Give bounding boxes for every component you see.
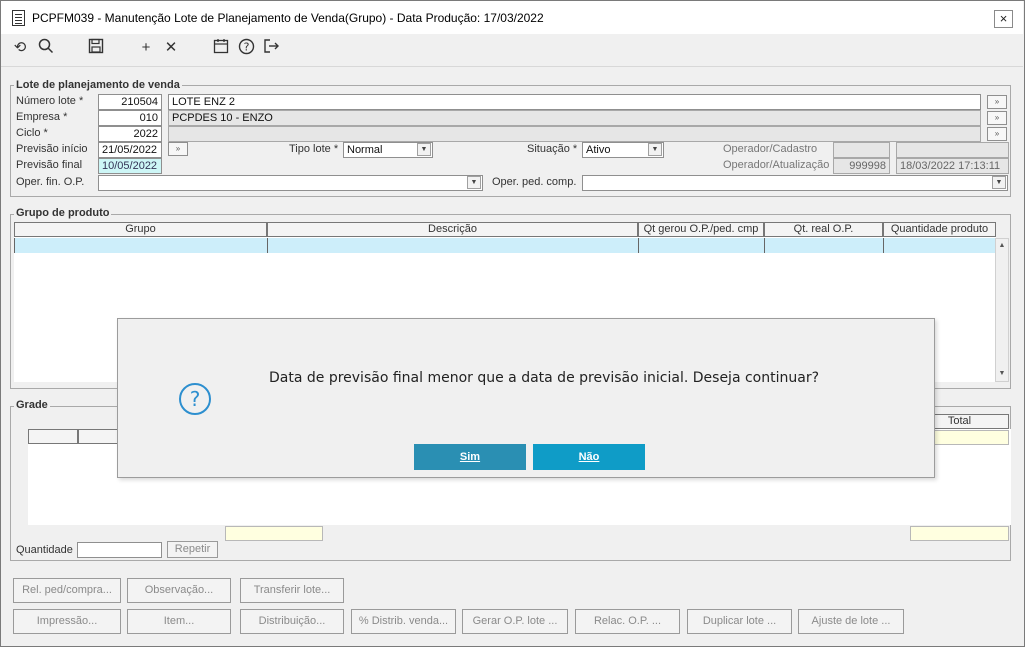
empresa-lookup-icon[interactable]: » — [987, 111, 1007, 125]
exit-icon[interactable] — [261, 38, 281, 58]
chevron-down-icon[interactable]: ▼ — [992, 176, 1006, 189]
observacao-button[interactable]: Observação... — [127, 578, 231, 603]
situacao-label: Situação * — [527, 143, 578, 155]
grupo-scrollbar[interactable]: ▲ ▼ — [995, 238, 1009, 382]
previsao-inicio-label: Previsão início — [16, 143, 88, 155]
ciclo-lookup-icon[interactable]: » — [987, 127, 1007, 141]
previsao-final-field[interactable]: 10/05/2022 — [98, 158, 162, 174]
help-icon[interactable]: ? — [236, 38, 256, 58]
grupo-section-title: Grupo de produto — [14, 207, 112, 219]
column-header[interactable]: Grupo — [14, 222, 267, 237]
ciclo-description — [168, 126, 981, 142]
numero-lote-field[interactable]: 210504 — [98, 94, 162, 110]
oper-fin-op-label: Oper. fin. O.P. — [16, 176, 85, 188]
empresa-field[interactable]: 010 — [98, 110, 162, 126]
yes-button[interactable]: Sim — [414, 444, 526, 470]
item-button[interactable]: Item... — [127, 609, 231, 634]
confirmation-dialog: ? Data de previsão final menor que a dat… — [117, 318, 935, 478]
column-header[interactable]: Qt. real O.P. — [764, 222, 883, 237]
empresa-description: PCPDES 10 - ENZO — [168, 110, 981, 126]
previsao-inicio-field[interactable]: 21/05/2022 — [98, 142, 162, 158]
delete-icon[interactable]: ✕ — [161, 38, 181, 58]
ciclo-field[interactable]: 2022 — [98, 126, 162, 142]
total-yellow-cell — [910, 526, 1009, 541]
quantidade-field[interactable] — [77, 542, 162, 558]
empresa-label: Empresa * — [16, 111, 68, 123]
chevron-down-icon[interactable]: ▼ — [417, 143, 431, 156]
operador-cadastro-field — [833, 142, 890, 158]
grade-section-title: Grade — [14, 399, 50, 411]
quantidade-label: Quantidade — [16, 544, 73, 556]
calendar-icon[interactable] — [211, 38, 231, 58]
toolbar-separator — [1, 66, 1023, 67]
scroll-down-icon[interactable]: ▼ — [996, 367, 1008, 381]
tipo-lote-label: Tipo lote * — [289, 143, 339, 155]
ciclo-label: Ciclo * — [16, 127, 48, 139]
numero-lookup-icon[interactable]: » — [987, 95, 1007, 109]
ajuste-de-lote-button[interactable]: Ajuste de lote ... — [798, 609, 904, 634]
grade-yellow-cell — [225, 526, 323, 541]
lote-section-title: Lote de planejamento de venda — [14, 79, 182, 91]
oper-ped-comp-label: Oper. ped. comp. — [492, 176, 577, 188]
numero-lote-label: Número lote * — [16, 95, 84, 107]
chevron-down-icon[interactable]: ▼ — [467, 176, 481, 189]
rel-ped-compra-button[interactable]: Rel. ped/compra... — [13, 578, 121, 603]
svg-text:?: ? — [243, 41, 249, 54]
table-row[interactable] — [14, 238, 996, 253]
operador-atualizacao-field: 999998 — [833, 158, 890, 174]
oper-fin-op-select[interactable] — [98, 175, 483, 191]
refresh-icon[interactable]: ⟲ — [10, 38, 30, 58]
gerar-op-lote-button[interactable]: Gerar O.P. lote ... — [462, 609, 568, 634]
oper-ped-comp-select[interactable] — [582, 175, 1008, 191]
grade-header-cell — [28, 429, 78, 444]
save-icon[interactable] — [86, 38, 106, 58]
document-icon — [12, 10, 25, 26]
chevron-down-icon[interactable]: ▼ — [648, 143, 662, 156]
operador-cadastro-label: Operador/Cadastro — [723, 143, 818, 155]
transferir-lote-button[interactable]: Transferir lote... — [240, 578, 344, 603]
window-title: PCPFM039 - Manutenção Lote de Planejamen… — [32, 11, 544, 25]
dialog-message: Data de previsão final menor que a data … — [269, 370, 819, 386]
relac-op-button[interactable]: Relac. O.P. ... — [575, 609, 680, 634]
distrib-venda-button[interactable]: % Distrib. venda... — [351, 609, 456, 634]
question-icon: ? — [179, 383, 211, 415]
numero-lote-description[interactable]: LOTE ENZ 2 — [168, 94, 981, 110]
close-button[interactable]: × — [994, 10, 1013, 28]
scroll-up-icon[interactable]: ▲ — [996, 239, 1008, 253]
duplicar-lote-button[interactable]: Duplicar lote ... — [687, 609, 792, 634]
repetir-button[interactable]: Repetir — [167, 541, 218, 558]
add-icon[interactable]: + — [136, 38, 156, 58]
operador-atualizacao-label: Operador/Atualização — [723, 159, 830, 171]
distribuicao-button[interactable]: Distribuição... — [240, 609, 344, 634]
search-icon[interactable] — [36, 38, 56, 58]
column-header[interactable]: Qt gerou O.P./ped. cmp — [638, 222, 764, 237]
column-header[interactable]: Quantidade produto — [883, 222, 996, 237]
previsao-inicio-calendar-icon[interactable]: » — [168, 142, 188, 156]
title-bar: PCPFM039 - Manutenção Lote de Planejamen… — [1, 1, 1023, 34]
impressao-button[interactable]: Impressão... — [13, 609, 121, 634]
column-header[interactable]: Descrição — [267, 222, 638, 237]
operador-atualizacao-date: 18/03/2022 17:13:11 — [896, 158, 1009, 174]
previsao-final-label: Previsão final — [16, 159, 83, 171]
no-button[interactable]: Não — [533, 444, 645, 470]
operador-cadastro-date — [896, 142, 1009, 158]
